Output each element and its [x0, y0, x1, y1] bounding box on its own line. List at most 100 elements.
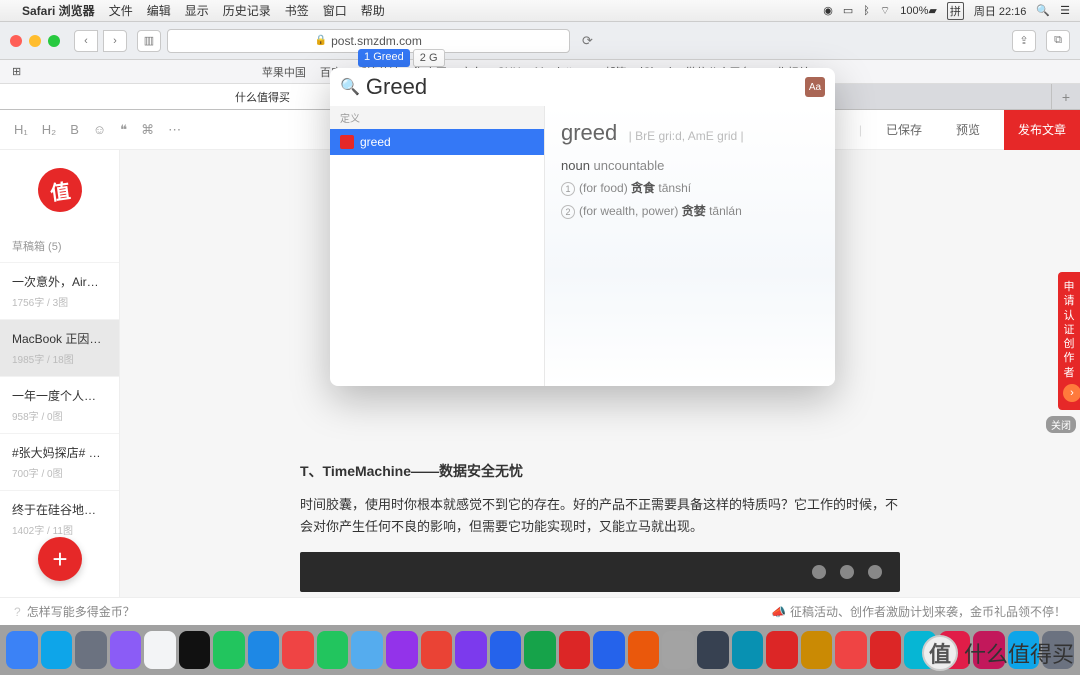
tabs-button[interactable]: ⧉ — [1046, 30, 1070, 52]
results-list: 定义 greed — [330, 106, 545, 386]
bluetooth-icon[interactable]: ᛒ — [863, 5, 870, 17]
menu-history[interactable]: 历史记录 — [223, 2, 271, 19]
draft-item[interactable]: 一年一度个人…958字 / 0图 — [0, 376, 119, 433]
dock-app-14[interactable] — [490, 631, 522, 669]
macos-menubar: Safari 浏览器 文件 编辑 显示 历史记录 书签 窗口 帮助 ◉ ▭ ᛒ … — [0, 0, 1080, 22]
maximize-window[interactable] — [48, 35, 60, 47]
dock-app-20[interactable] — [697, 631, 729, 669]
dock-app-23[interactable] — [801, 631, 833, 669]
results-section: 定义 — [330, 106, 544, 129]
fmt-bold[interactable]: B — [70, 122, 79, 137]
sidebar-button[interactable]: ▥ — [137, 30, 161, 52]
notification-icon[interactable]: ☰ — [1060, 4, 1070, 17]
footer-bar: ? 怎样写能多得金币？ 📣 征稿活动、创作者激励计划来袭，金币礼品领不停！ — [0, 597, 1080, 625]
ime-indicator[interactable]: 拼 — [947, 2, 964, 20]
close-badge[interactable]: 关闭 — [1046, 416, 1076, 433]
menu-help[interactable]: 帮助 — [361, 2, 385, 19]
minimize-window[interactable] — [29, 35, 41, 47]
fmt-link[interactable]: ⌘ — [141, 122, 154, 138]
lock-icon: 🔒 — [315, 35, 327, 46]
dock-app-7[interactable] — [248, 631, 280, 669]
window-control-icon — [840, 565, 854, 579]
definition-1: 1(for food) 贪食 tānshí — [561, 179, 819, 196]
result-row-selected[interactable]: greed — [330, 129, 544, 155]
dock-app-1[interactable] — [41, 631, 73, 669]
close-window[interactable] — [10, 35, 22, 47]
dictionary-icon[interactable]: Aa — [805, 77, 825, 97]
dock-app-6[interactable] — [213, 631, 245, 669]
dock-app-11[interactable] — [386, 631, 418, 669]
spotlight-icon[interactable]: 🔍 — [1036, 4, 1050, 17]
preview-button[interactable]: 预览 — [946, 121, 990, 138]
dict-source-icon — [340, 135, 354, 149]
publish-button[interactable]: 发布文章 — [1004, 110, 1080, 150]
dock-app-10[interactable] — [351, 631, 383, 669]
footer-notice[interactable]: 征稿活动、创作者激励计划来袭，金币礼品领不停！ — [790, 603, 1066, 620]
menu-view[interactable]: 显示 — [185, 2, 209, 19]
watermark-logo: 值 — [922, 635, 958, 671]
dock-app-9[interactable] — [317, 631, 349, 669]
dictionary-popup: 🔍 Aa 定义 greed greed | BrE gri:d, AmE gri… — [330, 68, 835, 386]
fmt-h2[interactable]: H₂ — [42, 122, 56, 137]
draft-item[interactable]: #张大妈探店# …700字 / 0图 — [0, 433, 119, 490]
part-of-speech: noun uncountable — [561, 158, 819, 173]
reload-button[interactable]: ⟳ — [576, 30, 600, 52]
menu-bookmarks[interactable]: 书签 — [285, 2, 309, 19]
app-name[interactable]: Safari 浏览器 — [22, 2, 95, 19]
display-icon[interactable]: ▭ — [843, 4, 853, 17]
drafts-label: 草稿箱 (5) — [0, 230, 119, 262]
share-button[interactable]: ⇪ — [1012, 30, 1036, 52]
fmt-more[interactable]: ⋯ — [168, 122, 181, 138]
draft-item[interactable]: 一次意外，Air…1756字 / 3图 — [0, 262, 119, 319]
dock-app-0[interactable] — [6, 631, 38, 669]
dock-app-24[interactable] — [835, 631, 867, 669]
fmt-emoji[interactable]: ☺ — [93, 122, 106, 137]
bookmark-item[interactable]: 苹果中国 — [262, 64, 306, 80]
footer-tip[interactable]: 怎样写能多得金币？ — [27, 603, 135, 620]
menu-window[interactable]: 窗口 — [323, 2, 347, 19]
new-tab-button[interactable]: + — [1052, 89, 1080, 105]
chip-alt[interactable]: 2 G — [413, 49, 445, 67]
help-icon[interactable]: ? — [14, 605, 21, 619]
creator-badge[interactable]: 申请认证创作者 › — [1058, 272, 1080, 410]
dictionary-search-input[interactable] — [366, 74, 799, 100]
dock-app-18[interactable] — [628, 631, 660, 669]
lookup-chips: 1 Greed 2 G — [358, 49, 445, 67]
forward-button[interactable]: › — [103, 30, 127, 52]
menu-edit[interactable]: 编辑 — [147, 2, 171, 19]
dock-app-5[interactable] — [179, 631, 211, 669]
url-text: post.smzdm.com — [331, 34, 422, 48]
dock-app-16[interactable] — [559, 631, 591, 669]
dock-app-2[interactable] — [75, 631, 107, 669]
site-logo[interactable]: 值 — [0, 150, 119, 230]
pronunciation: | BrE gri:d, AmE grid | — [629, 129, 744, 143]
dock-app-13[interactable] — [455, 631, 487, 669]
definition-2: 2(for wealth, power) 贪婪 tānlán — [561, 202, 819, 219]
watermark: 值 什么值得买 — [922, 635, 1074, 671]
dock-app-19[interactable] — [662, 631, 694, 669]
dock-app-3[interactable] — [110, 631, 142, 669]
chip-selected[interactable]: 1 Greed — [358, 49, 410, 67]
fmt-h1[interactable]: H₁ — [14, 122, 28, 137]
fmt-quote[interactable]: ❝ — [120, 122, 127, 138]
dock-app-21[interactable] — [732, 631, 764, 669]
dock-app-8[interactable] — [282, 631, 314, 669]
dock-app-25[interactable] — [870, 631, 902, 669]
dock-app-4[interactable] — [144, 631, 176, 669]
back-button[interactable]: ‹ — [74, 30, 98, 52]
horn-icon: 📣 — [771, 605, 786, 619]
dock-app-17[interactable] — [593, 631, 625, 669]
airplay-icon[interactable]: ◉ — [823, 4, 833, 17]
dock-app-22[interactable] — [766, 631, 798, 669]
menu-file[interactable]: 文件 — [109, 2, 133, 19]
saved-status: 已保存 — [876, 121, 932, 138]
dock-app-15[interactable] — [524, 631, 556, 669]
draft-item-selected[interactable]: MacBook 正因…1985字 / 18图 — [0, 319, 119, 376]
dock-app-12[interactable] — [421, 631, 453, 669]
clock[interactable]: 周日 22:16 — [974, 3, 1027, 19]
new-draft-button[interactable]: + — [38, 537, 82, 581]
wifi-icon[interactable]: ⌔ — [880, 4, 890, 18]
apps-icon[interactable]: ⊞ — [12, 65, 21, 78]
battery-status[interactable]: 100% ▰ — [900, 4, 937, 17]
embedded-image — [300, 552, 900, 592]
